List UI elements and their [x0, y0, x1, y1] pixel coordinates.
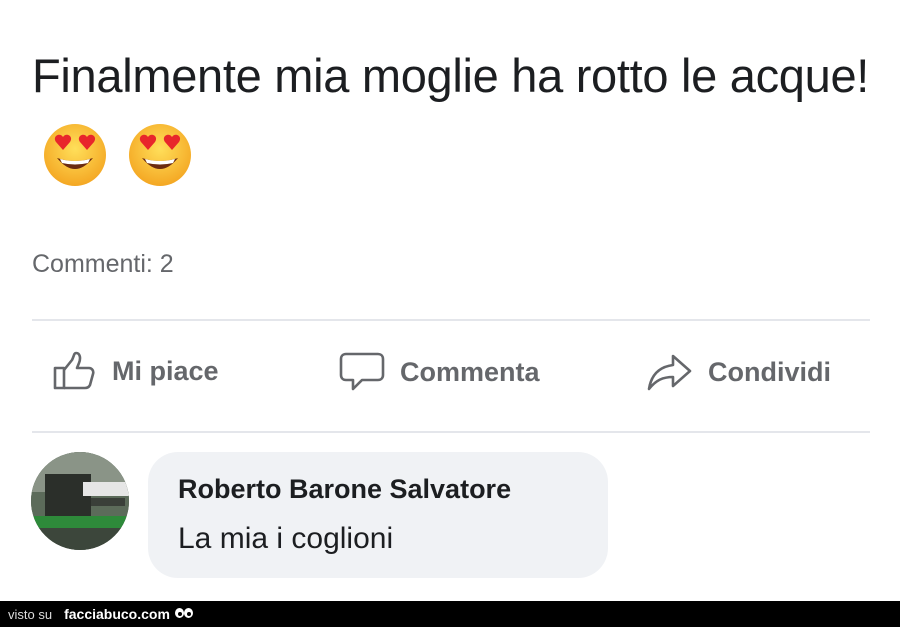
divider — [32, 431, 870, 433]
like-button[interactable]: Mi piace — [52, 351, 219, 391]
like-label: Mi piace — [112, 355, 219, 386]
thumbs-up-icon — [53, 351, 95, 390]
heart-eyes-emoji-icon — [44, 123, 106, 186]
comment-text: La mia i coglioni — [178, 522, 394, 555]
post-actions-bar: Mi piace Commenta Condividi — [0, 345, 900, 409]
eyes-logo-icon — [174, 608, 193, 618]
watermark-site: facciabuco.com — [64, 606, 170, 622]
comment-button[interactable]: Commenta — [338, 351, 540, 393]
avatar-image — [31, 452, 129, 550]
share-arrow-icon — [647, 354, 692, 391]
post-text: Finalmente mia moglie ha rotto le acque! — [32, 40, 872, 188]
heart-eyes-emoji-icon — [128, 123, 191, 186]
share-label: Condividi — [708, 356, 831, 387]
share-button[interactable]: Condividi — [646, 351, 831, 393]
comment-label: Commenta — [400, 356, 540, 387]
avatar[interactable] — [31, 452, 129, 550]
watermark-prefix: visto su — [8, 606, 53, 622]
comment-bubble: Roberto Barone Salvatore La mia i coglio… — [148, 452, 608, 578]
comments-count[interactable]: Commenti: 2 — [32, 250, 174, 279]
emoji-group — [42, 115, 199, 188]
post-message: Finalmente mia moglie ha rotto le acque! — [32, 49, 870, 102]
watermark-bar: visto su facciabuco.com — [0, 601, 900, 627]
comment-author-name[interactable]: Roberto Barone Salvatore — [178, 474, 511, 505]
speech-bubble-icon — [339, 352, 385, 391]
divider — [32, 319, 870, 321]
